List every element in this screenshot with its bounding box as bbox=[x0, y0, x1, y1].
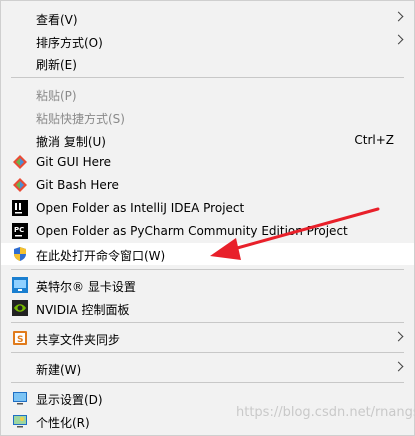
menu-item-label: 刷新(E) bbox=[36, 58, 77, 72]
personalize-icon bbox=[12, 413, 28, 429]
menu-item-label: 粘贴(P) bbox=[36, 89, 77, 103]
pycharm-icon: PC bbox=[12, 223, 28, 239]
menu-item-paste-shortcut: 粘贴快捷方式(S) bbox=[1, 106, 414, 128]
menu-separator bbox=[11, 382, 404, 383]
shortcut-label: Ctrl+Z bbox=[354, 133, 394, 147]
intellij-icon bbox=[12, 200, 28, 216]
git-icon bbox=[12, 177, 28, 193]
chevron-right-icon bbox=[393, 11, 404, 22]
watermark: https://blog.csdn.net/rnangs bbox=[236, 405, 415, 420]
menu-item-new[interactable]: 新建(W) bbox=[1, 357, 414, 379]
chevron-right-icon bbox=[393, 34, 404, 45]
menu-item-label: 英特尔® 显卡设置 bbox=[36, 280, 136, 294]
menu-item-label: 粘贴快捷方式(S) bbox=[36, 112, 125, 126]
menu-item-label: 排序方式(O) bbox=[36, 36, 103, 50]
menu-item-label: 新建(W) bbox=[36, 363, 82, 377]
menu-item-intel-graphics[interactable]: 英特尔® 显卡设置 bbox=[1, 274, 414, 296]
menu-item-refresh[interactable]: 刷新(E) bbox=[1, 52, 414, 74]
menu-item-git-bash[interactable]: Git Bash Here bbox=[1, 174, 414, 196]
menu-item-open-pycharm[interactable]: PC Open Folder as PyCharm Community Edit… bbox=[1, 220, 414, 242]
menu-item-open-intellij[interactable]: Open Folder as IntelliJ IDEA Project bbox=[1, 197, 414, 219]
menu-separator bbox=[11, 269, 404, 270]
menu-item-label: 在此处打开命令窗口(W) bbox=[36, 249, 166, 263]
shield-icon bbox=[12, 246, 28, 262]
menu-item-label: Open Folder as PyCharm Community Edition… bbox=[36, 224, 348, 238]
svg-text:S: S bbox=[17, 335, 23, 345]
menu-item-label: Git Bash Here bbox=[36, 178, 119, 192]
sync-folder-icon: S bbox=[12, 330, 28, 346]
menu-item-label: 撤消 复制(U) bbox=[36, 135, 106, 149]
menu-item-git-gui[interactable]: Git GUI Here bbox=[1, 151, 414, 173]
intel-graphics-icon bbox=[12, 277, 28, 293]
menu-item-label: 显示设置(D) bbox=[36, 393, 103, 407]
chevron-right-icon bbox=[393, 331, 404, 342]
menu-item-label: 个性化(R) bbox=[36, 416, 90, 430]
display-icon bbox=[12, 390, 28, 406]
menu-item-sort[interactable]: 排序方式(O) bbox=[1, 30, 414, 52]
menu-item-paste: 粘贴(P) bbox=[1, 83, 414, 105]
menu-item-label: 共享文件夹同步 bbox=[36, 333, 121, 347]
git-icon bbox=[12, 154, 28, 170]
nvidia-icon bbox=[12, 300, 28, 316]
menu-item-undo-copy[interactable]: 撤消 复制(U) Ctrl+Z bbox=[1, 129, 414, 151]
chevron-right-icon bbox=[393, 361, 404, 372]
menu-separator bbox=[11, 322, 404, 323]
menu-item-view[interactable]: 查看(V) bbox=[1, 7, 414, 29]
context-menu: 查看(V) 排序方式(O) 刷新(E) 粘贴(P) 粘贴快捷方式(S) 撤消 复… bbox=[0, 0, 415, 436]
menu-separator bbox=[11, 352, 404, 353]
svg-text:PC: PC bbox=[14, 226, 24, 234]
menu-item-label: 查看(V) bbox=[36, 13, 78, 27]
menu-item-share-sync[interactable]: S 共享文件夹同步 bbox=[1, 327, 414, 349]
menu-item-label: Open Folder as IntelliJ IDEA Project bbox=[36, 201, 245, 215]
menu-item-nvidia-control-panel[interactable]: NVIDIA 控制面板 bbox=[1, 297, 414, 319]
menu-item-label: Git GUI Here bbox=[36, 155, 112, 169]
menu-item-open-cmd-here[interactable]: 在此处打开命令窗口(W) bbox=[1, 243, 414, 265]
menu-separator bbox=[11, 77, 404, 78]
menu-item-label: NVIDIA 控制面板 bbox=[36, 303, 130, 317]
